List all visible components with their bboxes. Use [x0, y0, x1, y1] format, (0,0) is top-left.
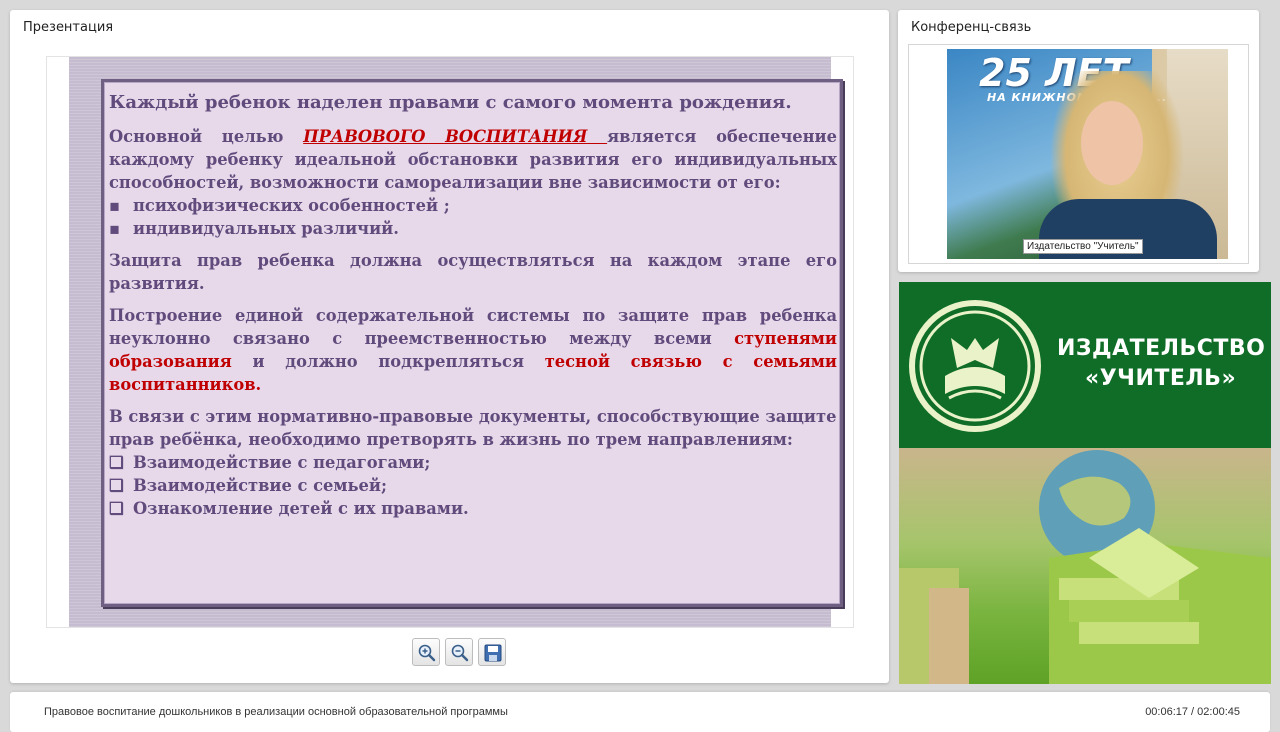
publisher-name-line1: ИЗДАТЕЛЬСТВО — [1057, 336, 1266, 361]
publisher-name-line2: «УЧИТЕЛЬ» — [1085, 366, 1237, 391]
zoom-in-icon — [418, 644, 436, 662]
webinar-title: Правовое воспитание дошкольников в реали… — [44, 706, 508, 718]
slide-check-item: ❑ Взаимодействие с семьей; — [109, 476, 387, 495]
publisher-books-image — [899, 448, 1271, 684]
speaker-face — [1081, 101, 1143, 185]
slide-check-item: ❑ Взаимодействие с педагогами; — [109, 453, 431, 472]
slide-check-item: ❑ Ознакомление детей с их правами. — [109, 499, 469, 518]
publisher-banner: ИЗДАТЕЛЬСТВО «УЧИТЕЛЬ» — [899, 282, 1271, 684]
conference-panel: Конференц-связь 25 ЛЕТ НА КНИЖНОМ Р... Р… — [898, 10, 1259, 272]
slide-bullet-list: ▪ психофизических особенностей ; ▪ индивид… — [109, 194, 837, 240]
globe-and-books-illustration — [899, 450, 1271, 684]
slide-viewport: Каждый ребенок наделен правами с самого … — [46, 56, 854, 628]
zoom-out-icon — [451, 644, 469, 662]
slide-content-box: Каждый ребенок наделен правами с самого … — [101, 79, 843, 607]
playback-time: 00:06:17 / 02:00:45 — [1145, 706, 1240, 718]
save-button[interactable] — [478, 638, 506, 666]
presentation-title: Презентация — [23, 20, 114, 35]
video-caption: Издательство "Учитель" — [1023, 239, 1143, 254]
slide-paragraph-1: Каждый ребенок наделен правами с самого … — [109, 92, 792, 113]
webcam-video[interactable]: 25 ЛЕТ НА КНИЖНОМ Р... РОС... Издательст… — [947, 49, 1228, 259]
conference-title: Конференц-связь — [911, 20, 1032, 35]
status-bar: Правовое воспитание дошкольников в реали… — [10, 692, 1270, 732]
save-icon — [484, 644, 502, 662]
slide-bullet-item: ▪ индивидуальных различий. — [109, 219, 399, 238]
slide-paragraph-4: Построение единой содержательной системы… — [109, 306, 837, 394]
zoom-out-button[interactable] — [445, 638, 473, 666]
slide-bullet-item: ▪ психофизических особенностей ; — [109, 196, 450, 215]
presentation-panel: Презентация Каждый ребенок наделен права… — [10, 10, 889, 683]
slide-paragraph-5: В связи с этим нормативно-правовые докум… — [109, 407, 837, 449]
slide-paragraph-2: Основной целью ПРАВОВОГО ВОСПИТАНИЯ явля… — [109, 127, 837, 192]
slide-check-list: ❑ Взаимодействие с педагогами; ❑ Взаимодей… — [109, 451, 837, 520]
publisher-logo-area: ИЗДАТЕЛЬСТВО «УЧИТЕЛЬ» — [899, 282, 1271, 448]
slide-background: Каждый ребенок наделен правами с самого … — [69, 57, 843, 627]
video-frame: 25 ЛЕТ НА КНИЖНОМ Р... РОС... Издательст… — [908, 44, 1249, 264]
zoom-in-button[interactable] — [412, 638, 440, 666]
publisher-logo-icon — [909, 300, 1041, 432]
slide-highlight-legal-education: ПРАВОВОГО ВОСПИТАНИЯ — [303, 127, 608, 146]
slide-text: Каждый ребенок наделен правами с самого … — [109, 90, 837, 520]
slide-paragraph-3: Защита прав ребенка должна осуществлятьс… — [109, 251, 837, 293]
